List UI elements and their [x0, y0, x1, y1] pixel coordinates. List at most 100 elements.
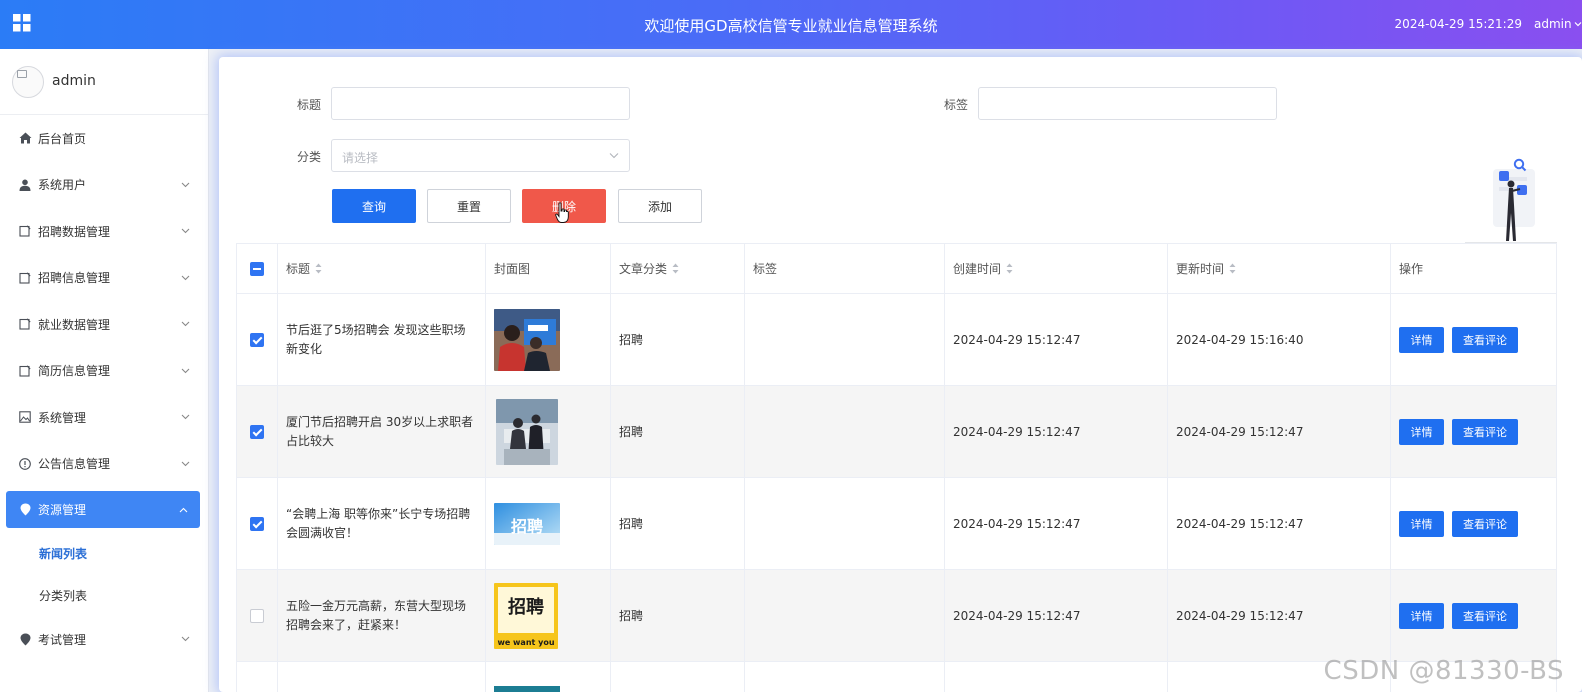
table-row: 厦门节后招聘开启 30岁以上求职者占比较大 招聘 2024-04-29 15:1… [236, 386, 1557, 478]
detail-button[interactable]: 详情 [1399, 418, 1444, 445]
table-row: “会聘上海 职等你来”长宁专场招聘会圆满收官！ 招聘 招聘 2024-04-29… [236, 478, 1557, 570]
sidebar-item-resume[interactable]: 简历信息管理 [0, 348, 208, 395]
row-category: 招聘 [619, 609, 644, 623]
tag-input[interactable] [978, 87, 1277, 120]
view-comments-button[interactable]: 查看评论 [1452, 418, 1518, 445]
sort-icon[interactable] [672, 263, 679, 274]
hand-cursor-icon [555, 202, 569, 223]
sidebar-item-notice[interactable]: 公告信息管理 [0, 441, 208, 488]
sidebar-item-resources[interactable]: 资源管理 [6, 491, 200, 528]
sort-icon[interactable] [315, 263, 322, 274]
sidebar-subitem-news-list[interactable]: 新闻列表 [0, 532, 208, 574]
image-icon [19, 411, 31, 423]
row-updated-time: 2024-04-29 15:12:47 [1176, 516, 1304, 531]
row-checkbox[interactable] [250, 608, 264, 623]
header-actions-label: 操作 [1399, 262, 1424, 276]
cover-image[interactable] [494, 686, 560, 692]
row-category: 招聘 [619, 333, 644, 347]
sidebar-item-label: 后台首页 [38, 131, 87, 146]
chevron-down-icon [181, 321, 190, 327]
cover-image[interactable] [494, 308, 560, 371]
row-title[interactable]: “会聘上海 职等你来”长宁专场招聘会圆满收官！ [286, 505, 476, 543]
detail-button[interactable]: 详情 [1399, 326, 1444, 353]
sidebar-item-label: 系统用户 [38, 178, 87, 193]
cover-image[interactable]: 招聘 [494, 502, 560, 545]
header-created-label: 创建时间 [953, 262, 1002, 276]
sidebar-item-recruit-data[interactable]: 招聘数据管理 [0, 208, 208, 255]
row-checkbox[interactable] [250, 424, 264, 439]
chevron-down-icon [609, 153, 619, 159]
detail-button[interactable]: 详情 [1399, 602, 1444, 629]
header-category-label: 文章分类 [619, 262, 668, 276]
add-button[interactable]: 添加 [618, 189, 702, 223]
row-updated-time: 2024-04-29 15:12:47 [1176, 608, 1304, 623]
app-title: 欢迎使用GD高校信管专业就业信息管理系统 [644, 17, 938, 35]
row-title[interactable]: 五险一金万元高薪，东营大型现场招聘会来了，赶紧来！ [286, 597, 476, 635]
sort-icon[interactable] [1006, 263, 1013, 274]
row-created-time: 2024-04-29 15:12:47 [953, 608, 1081, 623]
detail-button[interactable]: 详情 [1399, 510, 1444, 537]
document-icon [19, 225, 31, 237]
tag-label: 标签 [944, 98, 969, 112]
cover-image[interactable]: 招聘 we want you [494, 582, 558, 649]
select-all-checkbox[interactable] [250, 261, 264, 276]
row-created-time: 2024-04-29 15:12:47 [953, 332, 1081, 347]
location-icon [20, 633, 30, 646]
row-title[interactable]: 厦门节后招聘开启 30岁以上求职者占比较大 [286, 413, 476, 451]
chevron-down-icon [181, 461, 190, 467]
sidebar-subitem-category-list[interactable]: 分类列表 [0, 574, 208, 616]
view-comments-button[interactable]: 查看评论 [1452, 602, 1518, 629]
sidebar-item-employment-data[interactable]: 就业数据管理 [0, 301, 208, 348]
row-updated-time: 2024-04-29 15:12:47 [1176, 424, 1304, 439]
sidebar-item-label: 系统管理 [38, 410, 87, 425]
home-icon [19, 132, 31, 144]
title-input[interactable] [331, 87, 630, 120]
chevron-down-icon [181, 414, 190, 420]
watermark: CSDN @81330-BS [1323, 656, 1564, 686]
reset-button[interactable]: 重置 [427, 189, 511, 223]
user-dropdown[interactable]: admin [1534, 17, 1582, 31]
cover-image[interactable] [496, 398, 558, 465]
header-created[interactable]: 创建时间 [945, 244, 1168, 293]
table-row: 节后逛了5场招聘会 发现这些职场新变化 招聘 2024-04-29 15:12:… [236, 294, 1557, 386]
user-name: admin [1534, 17, 1572, 31]
header-title[interactable]: 标题 [278, 244, 486, 293]
query-button[interactable]: 查询 [332, 189, 416, 223]
sidebar-item-label: 招聘数据管理 [38, 224, 111, 239]
chevron-down-icon [181, 228, 190, 234]
news-table: 标题 封面图 文章分类 标签 创建时间 更新时间 操作 节后逛了5场招聘会 发现… [236, 243, 1557, 692]
row-title[interactable]: 节后逛了5场招聘会 发现这些职场新变化 [286, 321, 476, 359]
document-icon [19, 272, 31, 284]
sidebar-item-label: 考试管理 [38, 632, 87, 647]
user-icon [19, 179, 31, 191]
sidebar-item-system[interactable]: 系统管理 [0, 394, 208, 441]
sidebar-item-dashboard[interactable]: 后台首页 [0, 115, 208, 162]
sidebar-item-users[interactable]: 系统用户 [0, 162, 208, 209]
row-checkbox[interactable] [250, 516, 264, 531]
sidebar-item-label: 就业数据管理 [38, 317, 111, 332]
header-updated-label: 更新时间 [1176, 262, 1225, 276]
row-created-time: 2024-04-29 15:12:47 [953, 424, 1081, 439]
location-icon [20, 503, 30, 516]
header-title-label: 标题 [286, 262, 311, 276]
sidebar-item-recruit-info[interactable]: 招聘信息管理 [0, 255, 208, 302]
row-updated-time: 2024-04-29 15:16:40 [1176, 332, 1304, 347]
category-select[interactable]: 请选择 [331, 139, 630, 172]
row-created-time: 2024-04-29 15:12:47 [953, 516, 1081, 531]
sidebar-submenu-resources: 新闻列表 分类列表 [0, 532, 208, 616]
view-comments-button[interactable]: 查看评论 [1452, 326, 1518, 353]
row-checkbox[interactable] [250, 332, 264, 347]
avatar [12, 66, 44, 98]
sidebar-item-label: 招聘信息管理 [38, 271, 111, 286]
sort-icon[interactable] [1229, 263, 1236, 274]
header-updated[interactable]: 更新时间 [1168, 244, 1391, 293]
document-icon [19, 365, 31, 377]
header-category[interactable]: 文章分类 [611, 244, 745, 293]
row-category: 招聘 [619, 425, 644, 439]
sidebar-item-exam[interactable]: 考试管理 [0, 616, 208, 663]
sidebar: admin 后台首页 系统用户 招聘数据管理 招聘信息管理 就业数据管理 简历信… [0, 49, 209, 692]
header-cover-label: 封面图 [494, 262, 531, 276]
current-datetime: 2024-04-29 15:21:29 [1394, 17, 1522, 31]
sidebar-item-label: 公告信息管理 [38, 457, 111, 472]
view-comments-button[interactable]: 查看评论 [1452, 510, 1518, 537]
